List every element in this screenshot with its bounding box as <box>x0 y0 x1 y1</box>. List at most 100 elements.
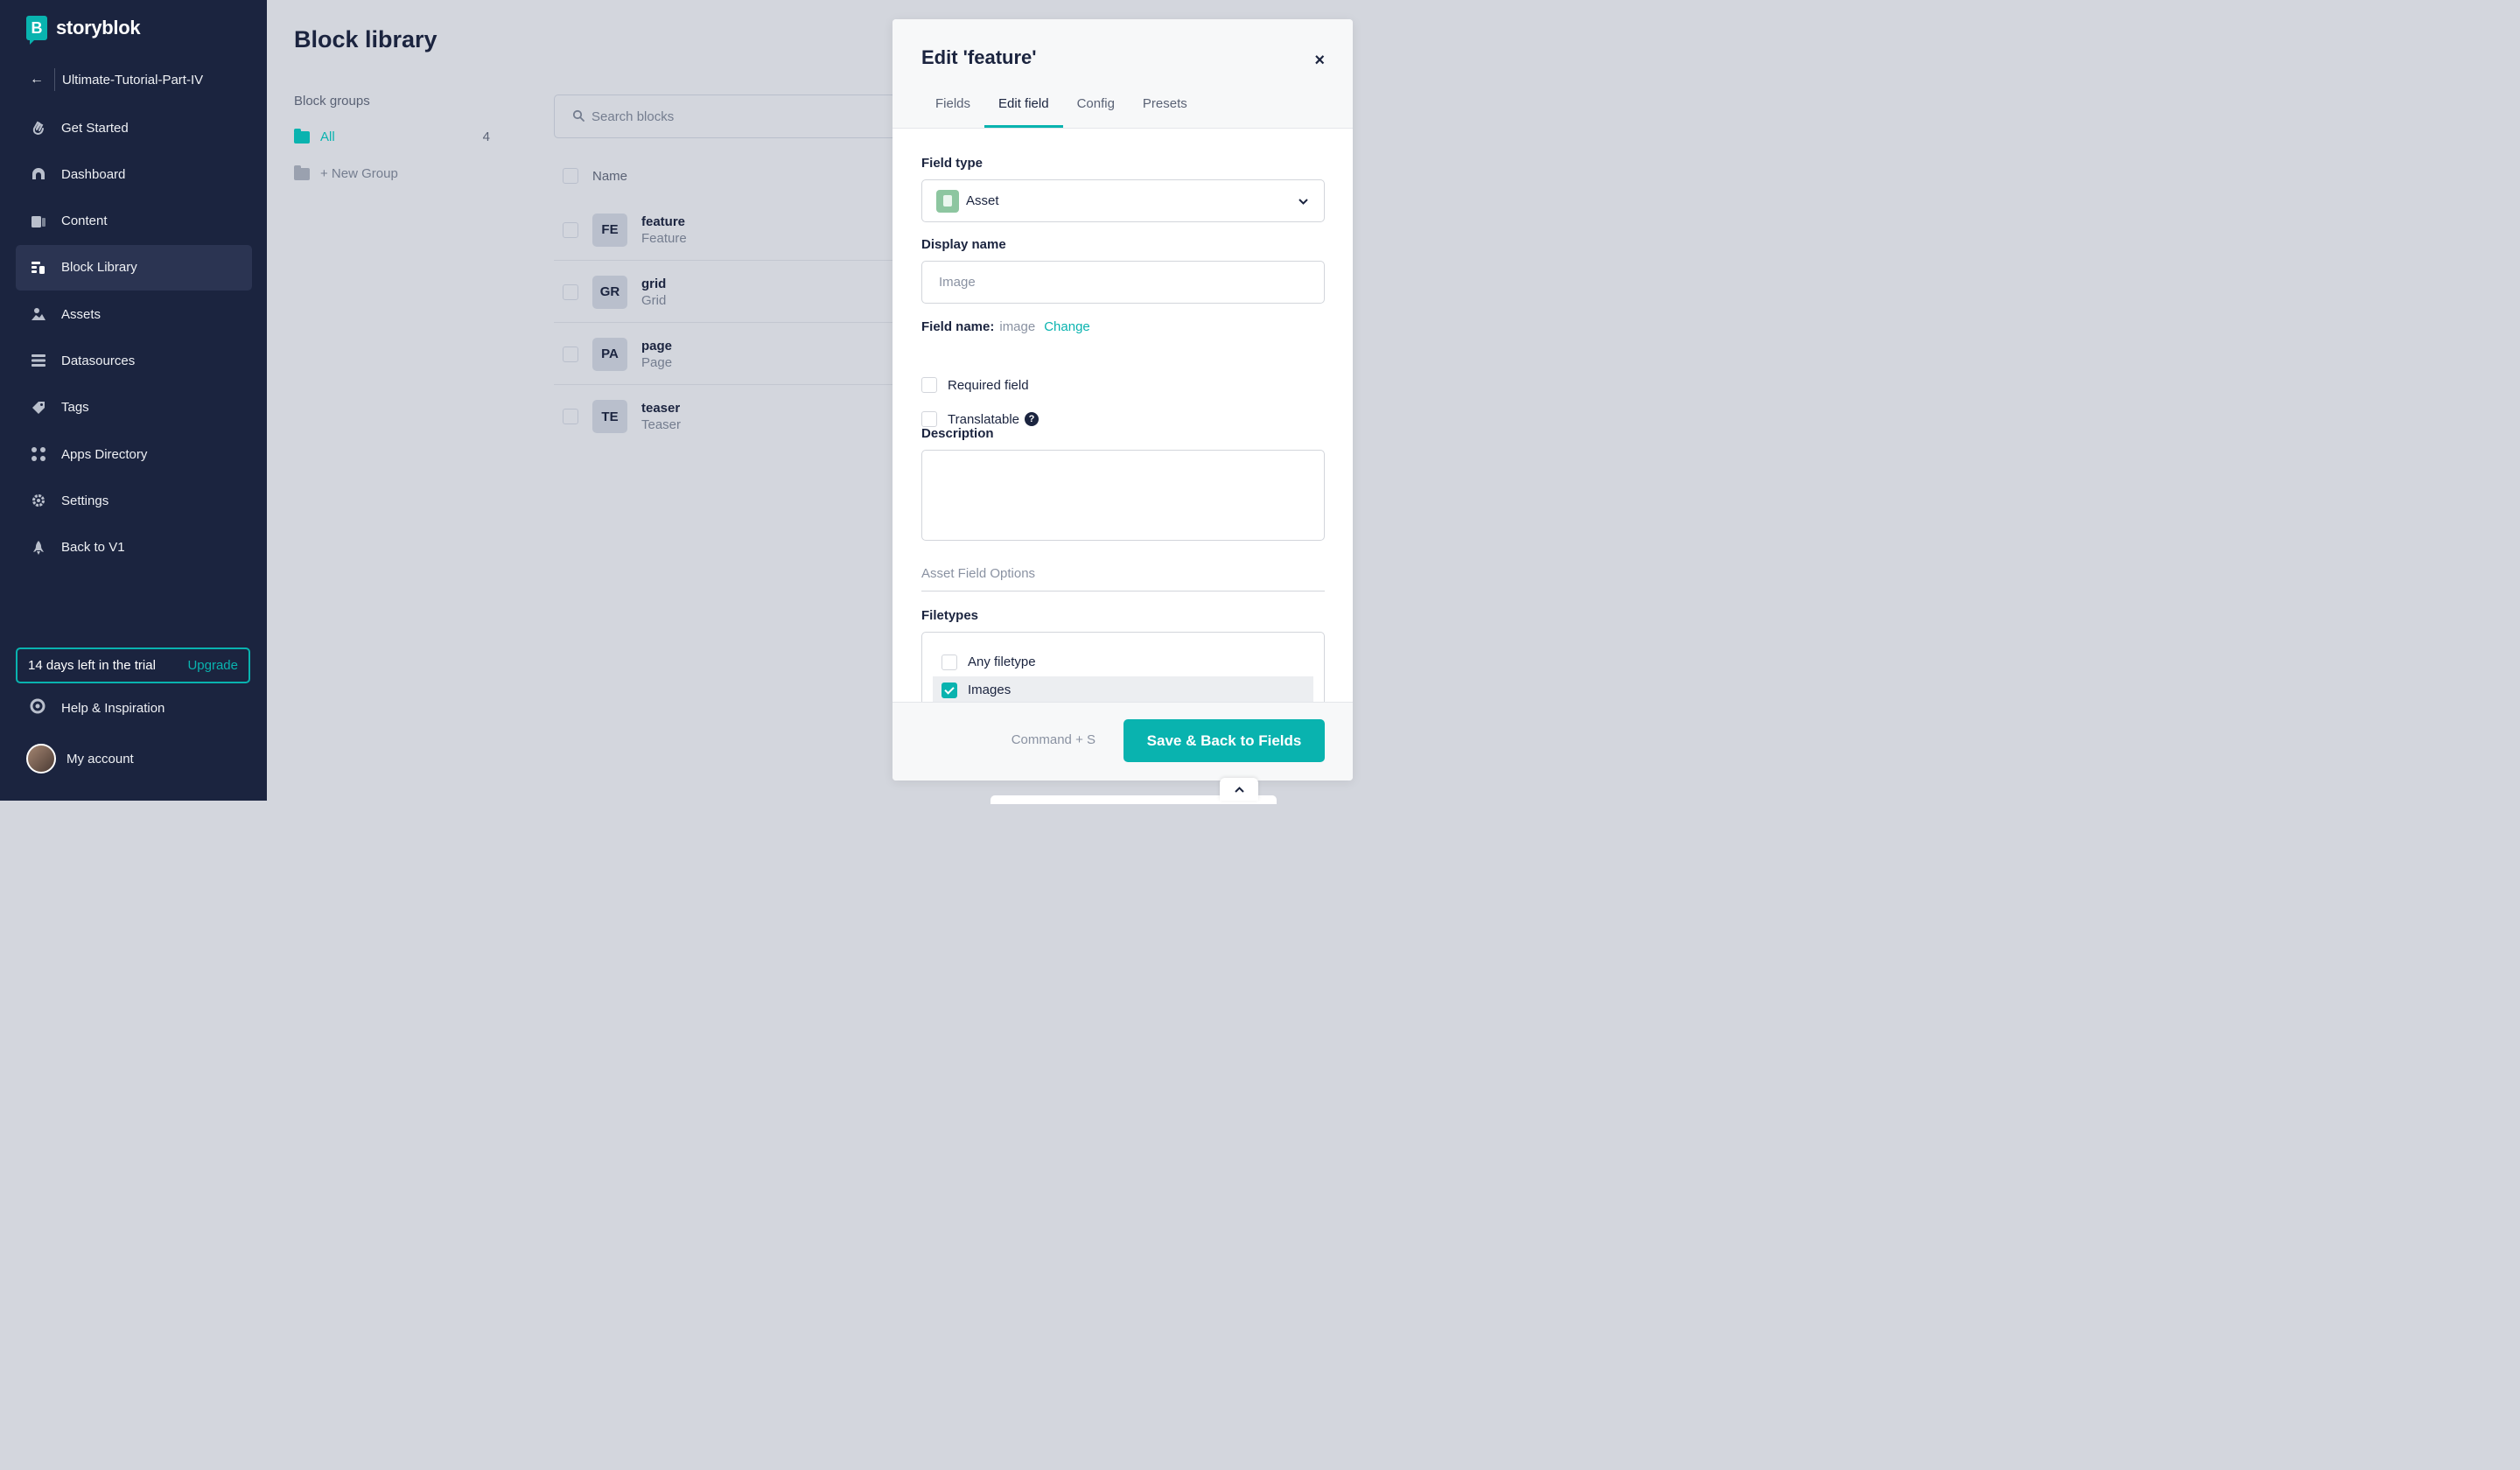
sidebar-item-tags[interactable]: Tags <box>16 385 252 430</box>
change-field-name-link[interactable]: Change <box>1044 319 1090 334</box>
folder-icon <box>294 128 310 144</box>
storyblok-logo[interactable]: B storyblok <box>26 16 141 45</box>
required-field-row[interactable]: Required field <box>921 377 1029 393</box>
row-checkbox[interactable] <box>563 221 578 238</box>
sidebar-item-assets[interactable]: Assets <box>16 291 252 337</box>
account-label: My account <box>66 751 134 766</box>
close-icon[interactable]: × <box>1314 51 1325 71</box>
display-name-input[interactable]: Image <box>921 261 1325 304</box>
my-account-link[interactable]: My account <box>26 744 134 774</box>
table-row[interactable]: FE feature Feature <box>554 200 921 261</box>
filetypes-label: Filetypes <box>921 608 979 623</box>
translatable-row[interactable]: Translatable ? <box>921 411 1039 427</box>
chevron-up-icon[interactable] <box>1220 778 1258 801</box>
asset-icon <box>936 189 959 213</box>
dashboard-icon <box>30 165 47 183</box>
block-badge: FE <box>592 213 627 247</box>
block-name: grid <box>641 276 667 291</box>
tab-config[interactable]: Config <box>1063 96 1129 128</box>
page-title: Block library <box>294 26 438 52</box>
block-badge: PA <box>592 337 627 371</box>
sidebar-item-block-library[interactable]: Block Library <box>16 244 252 290</box>
logo-mark: B <box>26 16 47 45</box>
sidebar: B storyblok ← Ultimate-Tutorial-Part-IV … <box>0 0 267 801</box>
table-row[interactable]: GR grid Grid <box>554 262 921 323</box>
hand-wave-icon <box>30 119 47 136</box>
apps-icon <box>30 445 47 463</box>
column-name: Name <box>592 168 628 184</box>
translatable-label: Translatable <box>948 411 1019 427</box>
sidebar-item-settings[interactable]: Settings <box>16 478 252 523</box>
translatable-checkbox[interactable] <box>921 411 937 427</box>
sidebar-item-dashboard[interactable]: Dashboard <box>16 151 252 197</box>
field-type-select[interactable]: Asset <box>921 179 1325 222</box>
sidebar-item-back-to-v1[interactable]: Back to V1 <box>16 525 252 570</box>
sidebar-item-label: Content <box>61 214 108 229</box>
block-name: feature <box>641 214 686 229</box>
field-type-label: Field type <box>921 156 984 171</box>
filetype-checkbox[interactable] <box>942 682 957 698</box>
new-group-button[interactable]: + New Group <box>294 164 398 181</box>
tab-presets[interactable]: Presets <box>1129 96 1201 128</box>
field-name-value: image <box>999 319 1036 334</box>
block-display-name: Grid <box>641 292 667 308</box>
group-all-count: 4 <box>482 130 490 144</box>
tab-edit-field[interactable]: Edit field <box>984 96 1063 128</box>
row-checkbox[interactable] <box>563 409 578 424</box>
search-placeholder: Search blocks <box>592 108 675 124</box>
sidebar-item-label: Datasources <box>61 353 136 368</box>
required-label: Required field <box>948 377 1029 393</box>
panel-footer: Command + S Save & Back to Fields <box>892 702 1353 780</box>
datasources-icon <box>30 352 47 369</box>
space-switcher[interactable]: ← Ultimate-Tutorial-Part-IV <box>30 68 203 91</box>
help-label: Help & Inspiration <box>61 700 165 716</box>
filetype-any[interactable]: Any filetype <box>933 648 1313 676</box>
asset-field-options-section: Asset Field Options <box>921 566 1325 592</box>
row-checkbox[interactable] <box>563 346 578 362</box>
sidebar-item-label: Back to V1 <box>61 540 125 556</box>
help-icon[interactable]: ? <box>1025 412 1039 426</box>
filetype-checkbox[interactable] <box>942 654 957 670</box>
filetype-images[interactable]: Images <box>933 676 1313 702</box>
folder-icon <box>294 164 310 180</box>
row-checkbox[interactable] <box>563 284 578 300</box>
group-all[interactable]: All 4 <box>294 128 490 144</box>
filetype-label: Images <box>968 682 1012 697</box>
table-row[interactable]: TE teaser Teaser <box>554 386 921 447</box>
divider <box>54 68 55 91</box>
field-name-label: Field name: <box>921 319 995 334</box>
filetypes-list: Any filetype Images <box>921 632 1325 702</box>
group-all-label: All <box>320 130 335 144</box>
arrow-left-icon[interactable]: ← <box>30 72 47 88</box>
tab-fields[interactable]: Fields <box>921 96 984 128</box>
sidebar-item-apps-directory[interactable]: Apps Directory <box>16 431 252 477</box>
display-name-placeholder: Image <box>939 275 976 290</box>
trial-text: 14 days left in the trial <box>28 658 156 673</box>
panel-header: Edit 'feature' × Fields Edit field Confi… <box>892 19 1353 129</box>
sidebar-item-label: Settings <box>61 493 109 508</box>
select-all-checkbox[interactable] <box>563 168 578 184</box>
trial-banner: 14 days left in the trial Upgrade <box>16 648 250 683</box>
required-checkbox[interactable] <box>921 377 937 393</box>
search-input[interactable]: Search blocks <box>554 94 921 138</box>
sidebar-item-get-started[interactable]: Get Started <box>16 105 252 150</box>
sidebar-item-datasources[interactable]: Datasources <box>16 338 252 383</box>
sidebar-item-content[interactable]: Content <box>16 199 252 244</box>
sidebar-item-label: Get Started <box>61 120 129 136</box>
new-group-label: + New Group <box>320 166 398 181</box>
upgrade-link[interactable]: Upgrade <box>187 658 238 673</box>
save-back-to-fields-button[interactable]: Save & Back to Fields <box>1124 719 1325 762</box>
sidebar-item-label: Dashboard <box>61 166 126 182</box>
description-textarea[interactable] <box>921 450 1325 541</box>
assets-icon <box>30 305 47 323</box>
block-name: page <box>641 338 673 354</box>
block-display-name: Page <box>641 354 673 370</box>
sidebar-item-label: Apps Directory <box>61 446 148 462</box>
table-header: Name <box>563 168 627 184</box>
block-name: teaser <box>641 401 681 416</box>
field-type-value: Asset <box>966 193 999 208</box>
gear-icon <box>30 492 47 509</box>
avatar <box>26 744 56 774</box>
table-row[interactable]: PA page Page <box>554 324 921 385</box>
help-inspiration-link[interactable]: Help & Inspiration <box>30 698 164 718</box>
